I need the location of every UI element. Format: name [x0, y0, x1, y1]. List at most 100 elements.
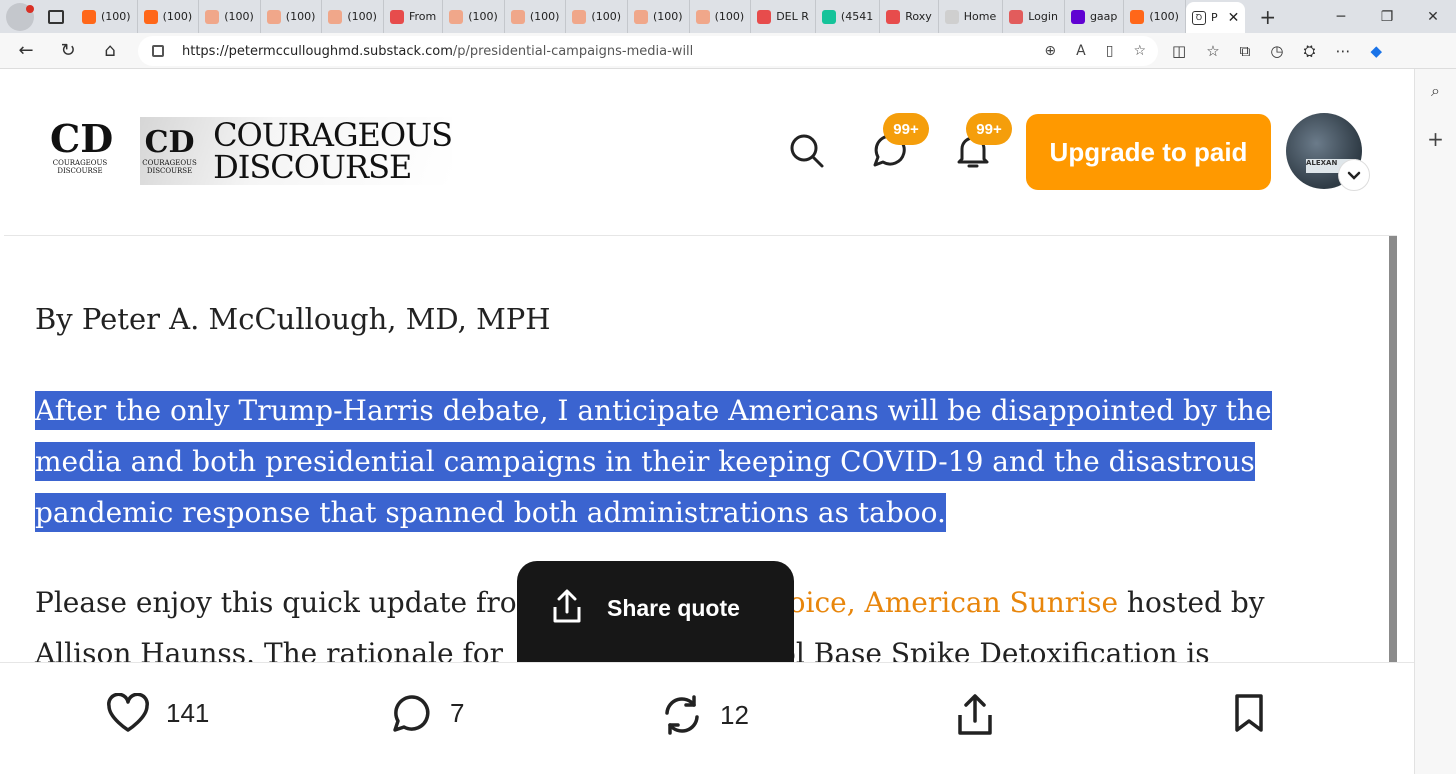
browser-tab[interactable]: Roxy [880, 0, 939, 33]
wordmark-line-1: COURAGEOUS [213, 116, 453, 154]
edge-sidebar: ⌕ + [1414, 69, 1456, 774]
copilot-icon[interactable]: ◆ [1370, 42, 1382, 60]
bookmark-icon [1235, 694, 1263, 732]
zoom-icon[interactable]: ⊕ [1044, 43, 1056, 59]
browser-tab-label: (100) [653, 10, 683, 23]
url-field[interactable]: https://petermcculloughmd.substack.com/p… [138, 36, 1158, 66]
tab-list: (100) (100) (100) (100) (100) From (100) (100) (… [76, 0, 1186, 33]
upgrade-button[interactable]: Upgrade to paid [1026, 114, 1271, 190]
back-icon[interactable]: ← [8, 40, 44, 61]
web-page: CD COURAGEOUS DISCOURSE CD COURAGEOUS DI… [0, 69, 1414, 774]
comment-button[interactable]: 7 [390, 693, 464, 733]
read-aloud-icon[interactable]: A [1076, 43, 1086, 59]
browser-tab[interactable]: (100) [566, 0, 629, 33]
active-tab-label: P [1210, 11, 1218, 24]
substack-icon [510, 9, 525, 24]
sidebar-search-icon[interactable]: ⌕ [1415, 81, 1456, 101]
favorite-star-icon[interactable]: ☆ [1133, 43, 1146, 59]
new-tab-button[interactable]: + [1259, 5, 1276, 29]
byline: By Peter A. McCullough, MD, MPH [35, 302, 551, 336]
selected-line: pandemic response that spanned both admi… [35, 493, 946, 532]
substack-icon [449, 9, 464, 24]
paragraph-text: Please enjoy this quick update fro [35, 586, 517, 619]
more-menu-icon[interactable]: ⋯ [1335, 42, 1350, 60]
history-icon[interactable]: ◷ [1270, 42, 1283, 60]
share-quote-popover[interactable]: Share quote [517, 561, 794, 671]
browser-tab[interactable]: (100) [505, 0, 567, 33]
substack-icon [695, 9, 710, 24]
browser-tab[interactable]: (100) [138, 0, 200, 33]
chat-badge: 99+ [883, 113, 929, 145]
grammarly-icon [821, 9, 836, 24]
publication-logo[interactable]: CD COURAGEOUS DISCOURSE [50, 119, 113, 181]
page-scrollbar[interactable] [1389, 236, 1397, 662]
browser-tab[interactable]: (100) [261, 0, 323, 33]
yahoo-icon [1070, 9, 1085, 24]
restore-icon[interactable]: ❐ [1364, 9, 1410, 25]
bookmark-button[interactable] [1232, 693, 1266, 733]
comment-icon [393, 695, 430, 732]
login-icon [1009, 9, 1024, 24]
browser-tab-label: (4541 [840, 10, 874, 23]
share-icon [553, 589, 581, 623]
like-count: 141 [166, 697, 210, 728]
browser-tab[interactable]: (100) [628, 0, 690, 33]
post-action-bar: 141 7 12 [0, 662, 1414, 774]
browser-tab[interactable]: (100) [443, 0, 505, 33]
url-host: https://petermcculloughmd.substack.com [182, 43, 453, 59]
tab-actions-icon[interactable] [48, 9, 64, 24]
substack-icon [266, 9, 281, 24]
share-quote-label: Share quote [607, 595, 740, 621]
lock-icon[interactable] [152, 45, 164, 57]
browser-tab-label: DEL R [776, 10, 809, 23]
share-icon [958, 694, 992, 735]
browser-tab-label: (100) [285, 10, 316, 23]
browser-tab-label: (100) [714, 10, 745, 23]
close-tab-icon[interactable]: ✕ [1228, 10, 1240, 26]
browser-tab[interactable]: (100) [76, 0, 138, 33]
home-icon[interactable]: ⌂ [92, 40, 128, 61]
search-icon[interactable] [787, 131, 827, 171]
browser-tab-label: (100) [529, 10, 560, 23]
substack-icon [1130, 9, 1145, 24]
browser-tab-label: (100) [468, 10, 498, 23]
youtube-icon [886, 9, 901, 24]
browser-tab[interactable]: (100) [199, 0, 261, 33]
split-screen-icon[interactable]: ◫ [1172, 42, 1186, 60]
substack-icon [328, 9, 343, 24]
share-button[interactable] [956, 693, 994, 737]
publication-wordmark[interactable]: CD COURAGEOUS DISCOURSE COURAGEOUS DISCO… [140, 116, 453, 185]
substack-icon [82, 9, 96, 24]
chevron-down-icon[interactable] [1338, 159, 1370, 191]
browser-tab[interactable]: (100) [1124, 0, 1186, 33]
browser-tools: ◫ ☆ ⧉ ◷ ⛭ ⋯ ◆ [1172, 42, 1382, 60]
refresh-icon[interactable]: ↻ [50, 40, 86, 61]
reader-icon[interactable]: ▯ [1106, 43, 1114, 59]
selected-paragraph[interactable]: After the only Trump-Harris debate, I an… [35, 385, 1272, 538]
browser-tab-label: (100) [591, 10, 622, 23]
extensions-icon[interactable]: ⛭ [1303, 42, 1315, 60]
browser-tab[interactable]: Login [1003, 0, 1065, 33]
sidebar-add-icon[interactable]: + [1415, 127, 1456, 151]
browser-tab[interactable]: (100) [322, 0, 384, 33]
favorites-icon[interactable]: ☆ [1206, 42, 1219, 60]
browser-tab[interactable]: gaap [1065, 0, 1125, 33]
browser-tab[interactable]: DEL R [751, 0, 816, 33]
browser-tab[interactable]: (100) [690, 0, 752, 33]
browser-tab-label: (100) [162, 10, 193, 23]
browser-tab-label: Home [963, 10, 997, 23]
address-toolbar: ← ↻ ⌂ https://petermcculloughmd.substack… [0, 33, 1456, 69]
profile-icon[interactable] [6, 2, 34, 31]
browser-tab[interactable]: (4541 [816, 0, 881, 33]
browser-tab[interactable]: Home [939, 0, 1004, 33]
collections-icon[interactable]: ⧉ [1240, 42, 1251, 60]
like-button[interactable]: 141 [106, 693, 209, 733]
browser-tab-label: (100) [1149, 10, 1179, 23]
active-tab[interactable]: Ꝺ P ✕ [1185, 2, 1246, 33]
restack-button[interactable]: 12 [660, 693, 749, 737]
minimize-icon[interactable]: ─ [1318, 9, 1364, 25]
close-window-icon[interactable]: ✕ [1410, 9, 1456, 25]
restack-count: 12 [720, 699, 749, 730]
browser-tab[interactable]: From [384, 0, 444, 33]
american-sunrise-link[interactable]: oice, American Sunrise [789, 586, 1118, 619]
